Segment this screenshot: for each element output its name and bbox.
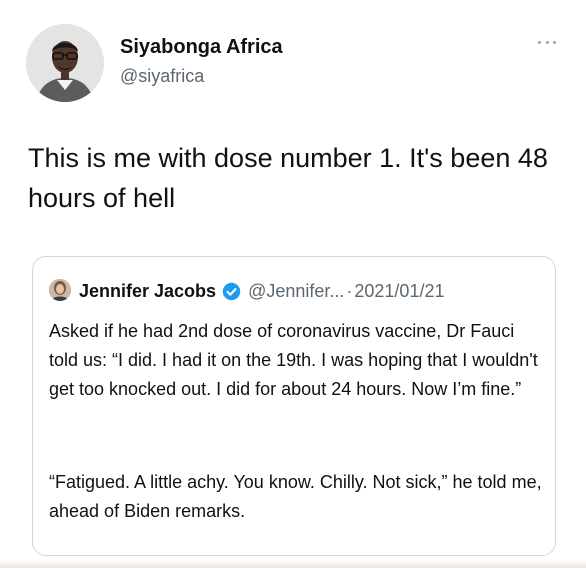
quoted-tweet-date[interactable]: 2021/01/21 (354, 281, 444, 302)
quoted-tweet-header: Jennifer Jacobs @Jennifer... · 2021/01/2… (79, 279, 444, 303)
avatar-photo-icon (26, 24, 104, 102)
quoted-author-display-name[interactable]: Jennifer Jacobs (79, 281, 216, 302)
header-separator: · (346, 280, 353, 301)
tweet-text: This is me with dose number 1. It's been… (28, 143, 548, 213)
quoted-author-handle[interactable]: @Jennifer... (248, 281, 344, 302)
tweet-card: Siyabonga Africa @siyafrica This is me w… (0, 0, 586, 568)
verified-badge-icon (222, 282, 241, 300)
bottom-edge-divider (0, 560, 586, 568)
author-handle[interactable]: @siyafrica (120, 66, 204, 87)
avatar-photo-icon (49, 279, 71, 301)
more-horizontal-icon[interactable] (538, 38, 556, 46)
author-display-name[interactable]: Siyabonga Africa (120, 36, 283, 59)
author-avatar[interactable] (26, 24, 104, 102)
quoted-tweet[interactable]: Jennifer Jacobs @Jennifer... · 2021/01/2… (32, 256, 556, 556)
quoted-author-avatar[interactable] (49, 279, 71, 301)
quoted-tweet-paragraph: Asked if he had 2nd dose of coronavirus … (49, 321, 538, 399)
quoted-tweet-paragraph: “Fatigued. A little achy. You know. Chil… (49, 472, 542, 521)
